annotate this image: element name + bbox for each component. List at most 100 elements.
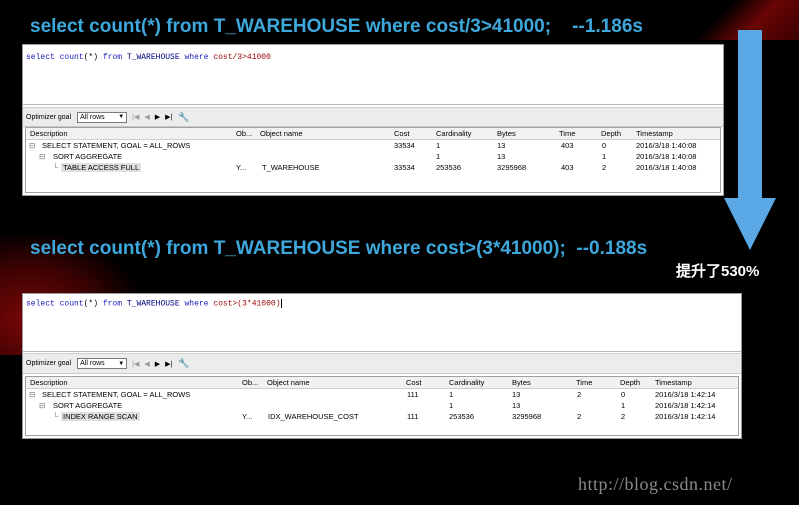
plan-grid-1: Description Ob... Object name Cost Cardi… (25, 127, 721, 193)
cell-object-owner: Y... (242, 412, 253, 421)
sql-editor-1[interactable]: select count(*) from T_WAREHOUSE where c… (23, 45, 723, 105)
sql-text: (*) (83, 299, 99, 309)
col-description[interactable]: Description (30, 129, 68, 138)
sql-table: T_WAREHOUSE (126, 299, 180, 309)
cell-depth: 1 (602, 152, 607, 161)
tree-connector: └ (53, 412, 59, 421)
next-step-icon[interactable]: ▶ (155, 113, 160, 121)
optimizer-goal-select[interactable]: All rows ▼ (77, 358, 128, 369)
cell-bytes: 3295968 (497, 163, 527, 172)
cell-timestamp: 2016/3/18 1:42:14 (655, 390, 716, 399)
previous-step-icon[interactable]: ◀ (144, 113, 149, 121)
col-depth[interactable]: Depth (601, 129, 621, 138)
collapse-icon[interactable]: ⊟ (29, 141, 35, 150)
last-step-icon[interactable]: ▶| (165, 360, 172, 368)
col-depth[interactable]: Depth (620, 378, 640, 387)
cell-cardinality: 253536 (436, 163, 462, 172)
optimizer-goal-value: All rows (80, 113, 105, 121)
sql-table: T_WAREHOUSE (126, 53, 180, 62)
cell-cardinality: 1 (449, 401, 454, 410)
sql-keyword: select count (26, 299, 84, 309)
col-object-owner[interactable]: Ob... (236, 129, 252, 138)
plan-toolbar-2: Optimizer goal All rows ▼ |◀ ◀ ▶ ▶| 🔧 (23, 353, 741, 374)
optimizer-goal-value: All rows (80, 360, 105, 367)
cell-object-name: IDX_WAREHOUSE_COST (268, 412, 359, 421)
collapse-icon[interactable]: ⊟ (39, 401, 45, 410)
cell-time: 2 (577, 412, 582, 421)
text-cursor (280, 299, 282, 308)
cell-time: 403 (561, 163, 574, 172)
first-step-icon[interactable]: |◀ (132, 113, 139, 121)
optimizer-goal-select[interactable]: All rows ▼ (77, 111, 128, 123)
cell-object-name: T_WAREHOUSE (262, 163, 320, 172)
col-time[interactable]: Time (576, 378, 592, 387)
cell-cost: 33534 (394, 163, 415, 172)
cell-bytes: 13 (497, 141, 506, 150)
table-row[interactable]: ⊟ SELECT STATEMENT, GOAL = ALL_ROWS 111 … (26, 389, 738, 400)
first-step-icon[interactable]: |◀ (132, 360, 139, 368)
col-timestamp[interactable]: Timestamp (636, 129, 673, 138)
wrench-icon[interactable]: 🔧 (178, 112, 189, 123)
col-cardinality[interactable]: Cardinality (449, 378, 484, 387)
sql-keyword: where (184, 299, 209, 309)
table-row[interactable]: └ INDEX RANGE SCAN Y... IDX_WAREHOUSE_CO… (26, 411, 738, 422)
grid-header: Description Ob... Object name Cost Cardi… (26, 128, 720, 140)
improvement-label: 提升了530% (676, 263, 760, 280)
sql-condition: cost>(3*41000) (213, 299, 281, 309)
col-description[interactable]: Description (30, 378, 68, 387)
headline-query-2: select count(*) from T_WAREHOUSE where c… (30, 238, 648, 259)
col-object-name[interactable]: Object name (260, 129, 303, 138)
col-time[interactable]: Time (559, 129, 575, 138)
cell-depth: 2 (621, 412, 626, 421)
cell-timestamp: 2016/3/18 1:42:14 (655, 401, 716, 410)
sql-editor-2[interactable]: select count(*) from T_WAREHOUSE where c… (23, 294, 741, 352)
cell-description: SELECT STATEMENT, GOAL = ALL_ROWS (42, 390, 191, 399)
cell-description: INDEX RANGE SCAN (61, 412, 140, 421)
cell-depth: 1 (621, 401, 626, 410)
cell-cost: 33534 (394, 141, 415, 150)
cell-description: SORT AGGREGATE (53, 401, 123, 410)
cell-cardinality: 1 (436, 141, 441, 150)
col-timestamp[interactable]: Timestamp (655, 378, 692, 387)
plan-window-1: select count(*) from T_WAREHOUSE where c… (22, 44, 724, 196)
col-bytes[interactable]: Bytes (497, 129, 516, 138)
sql-condition: cost/3>41000 (213, 53, 271, 62)
watermark-url: http://blog.csdn.net/ (578, 474, 733, 494)
col-cost[interactable]: Cost (394, 129, 409, 138)
next-step-icon[interactable]: ▶ (155, 360, 160, 368)
previous-step-icon[interactable]: ◀ (144, 360, 149, 368)
cell-timestamp: 2016/3/18 1:42:14 (655, 412, 716, 421)
table-row[interactable]: ⊟ SORT AGGREGATE 1 13 1 2016/3/18 1:42:1… (26, 400, 738, 411)
collapse-icon[interactable]: ⊟ (39, 152, 45, 161)
table-row[interactable]: ⊟ SELECT STATEMENT, GOAL = ALL_ROWS 3353… (26, 140, 720, 151)
col-object-owner[interactable]: Ob... (242, 378, 258, 387)
cell-description: SORT AGGREGATE (53, 152, 123, 161)
collapse-icon[interactable]: ⊟ (29, 390, 35, 399)
col-cardinality[interactable]: Cardinality (436, 129, 471, 138)
sql-text: (*) (83, 53, 99, 62)
cell-time: 403 (561, 141, 574, 150)
headline-query-1: select count(*) from T_WAREHOUSE where c… (30, 16, 643, 37)
tree-connector: └ (53, 163, 59, 172)
cell-depth: 0 (602, 141, 607, 150)
cell-cost: 111 (407, 412, 419, 421)
table-row[interactable]: └ TABLE ACCESS FULL Y... T_WAREHOUSE 335… (26, 162, 720, 173)
sql-keyword: from (102, 299, 123, 309)
grid-header: Description Ob... Object name Cost Cardi… (26, 377, 738, 389)
chevron-down-icon: ▼ (118, 114, 125, 120)
cell-description: TABLE ACCESS FULL (61, 163, 142, 172)
wrench-icon[interactable]: 🔧 (178, 358, 189, 369)
cell-bytes: 13 (512, 390, 521, 399)
cell-object-owner: Y... (236, 163, 247, 172)
cell-time: 2 (577, 390, 582, 399)
last-step-icon[interactable]: ▶| (165, 113, 172, 121)
cell-cardinality: 1 (436, 152, 441, 161)
col-object-name[interactable]: Object name (267, 378, 310, 387)
cell-cardinality: 1 (449, 390, 454, 399)
col-cost[interactable]: Cost (406, 378, 421, 387)
table-row[interactable]: ⊟ SORT AGGREGATE 1 13 1 2016/3/18 1:40:0… (26, 151, 720, 162)
cell-depth: 2 (602, 163, 607, 172)
col-bytes[interactable]: Bytes (512, 378, 531, 387)
sql-keyword: where (184, 53, 209, 62)
sql-keyword: from (102, 53, 123, 62)
